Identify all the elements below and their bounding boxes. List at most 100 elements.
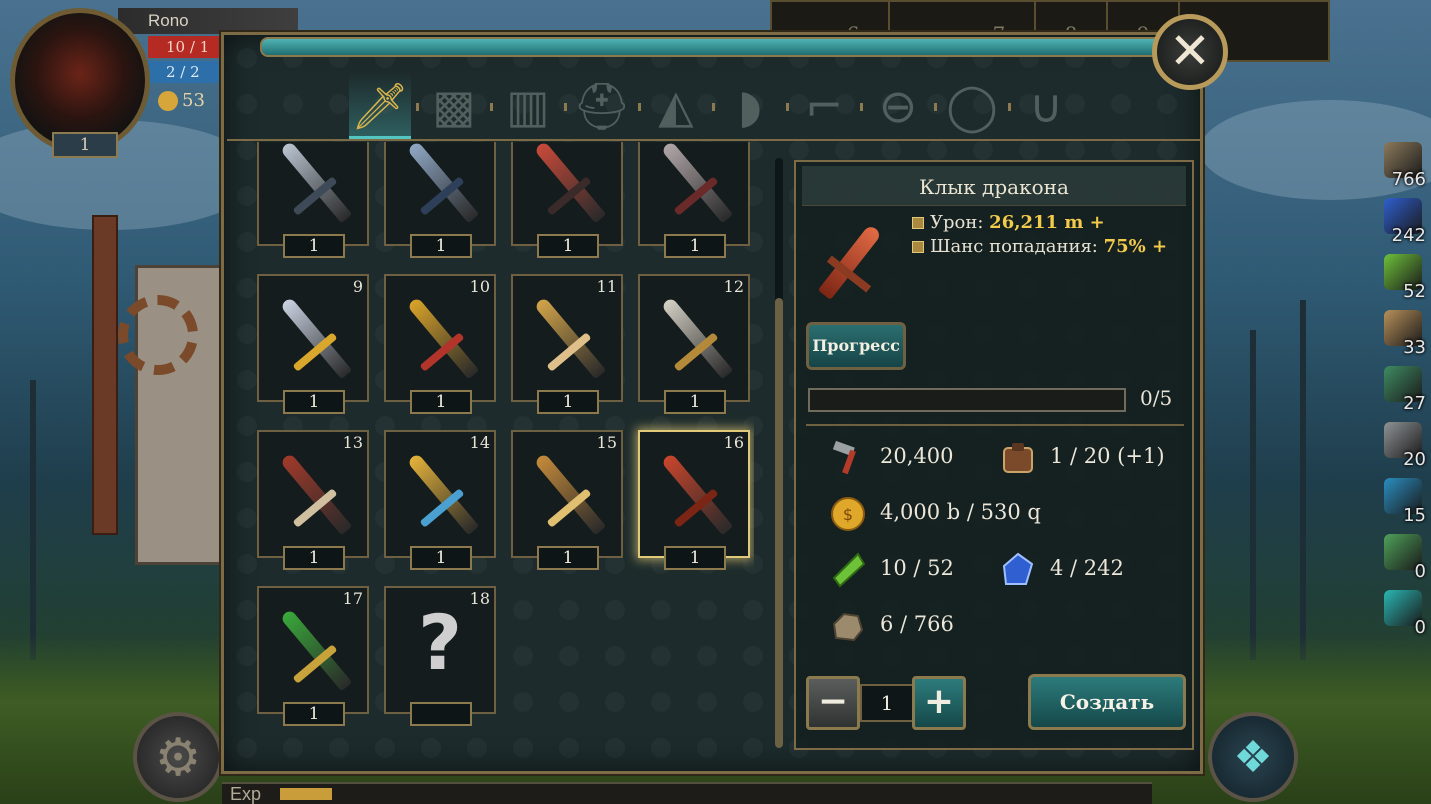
increase-quantity-button[interactable]: +	[912, 676, 966, 730]
sword-card[interactable]: 11 1	[511, 274, 623, 414]
sword-card[interactable]: 13 1	[257, 430, 369, 570]
sword-card[interactable]: 81	[638, 142, 750, 258]
damage-stat: Урон: 26,211 m +	[912, 212, 1105, 233]
bullet-icon	[912, 241, 924, 253]
tab-pants[interactable]: ▥	[497, 73, 559, 139]
material-count: 15	[1403, 505, 1426, 526]
tab-separator	[638, 103, 641, 111]
sword-blade-icon	[406, 452, 480, 536]
tab-separator	[490, 103, 493, 111]
item-quantity: 1	[537, 390, 599, 414]
tab-shoulder[interactable]: ◭	[645, 73, 707, 139]
sword-card[interactable]: 10 1	[384, 274, 496, 414]
item-number: 12	[723, 277, 744, 296]
exp-label: Exp	[230, 784, 262, 804]
material-slot[interactable]: 242	[1380, 196, 1430, 248]
item-quantity: 1	[664, 234, 726, 258]
mana-bar: 2 / 2	[148, 61, 228, 83]
dragon-fang-sword-icon	[812, 220, 892, 306]
progress-button[interactable]: Прогресс	[806, 322, 906, 370]
damage-value: 26,211 m +	[989, 212, 1105, 233]
health-bar: 10 / 1	[148, 36, 228, 58]
tab-separator	[416, 103, 419, 111]
tab-boots[interactable]: ⌐	[793, 73, 855, 139]
item-quantity: 1	[410, 390, 472, 414]
crafting-panel: 🗡▩▥⛑◭◗⌐⊖◯∪ 51617181911011111211311411511…	[221, 32, 1203, 774]
sword-card[interactable]: 17 1	[257, 586, 369, 726]
sword-card[interactable]: 15 1	[511, 430, 623, 570]
material-slot[interactable]: 33	[1380, 308, 1430, 360]
sword-blade-icon	[660, 296, 734, 380]
sword-blade-icon	[279, 452, 353, 536]
material-count: 52	[1403, 281, 1426, 302]
grid-scrollbar[interactable]	[775, 158, 783, 748]
tab-separator	[860, 103, 863, 111]
sword-card[interactable]: 51	[257, 142, 369, 258]
material-slot[interactable]: 20	[1380, 420, 1430, 472]
tab-sword[interactable]: 🗡	[349, 73, 411, 139]
item-number: 9	[352, 277, 363, 296]
hammer-value: 20,400	[880, 444, 954, 468]
sword-blade-icon	[533, 452, 607, 536]
gold-display: 53	[158, 90, 205, 111]
close-button[interactable]: ✕	[1152, 14, 1228, 90]
green-crystal-value: 10 / 52	[880, 556, 954, 580]
hit-label: Шанс попадания:	[930, 236, 1098, 257]
item-quantity: 1	[537, 546, 599, 570]
tab-armor[interactable]: ▩	[423, 73, 485, 139]
settings-gear-icon[interactable]: ⚙	[133, 712, 223, 802]
material-slot[interactable]: 0	[1380, 588, 1430, 640]
tab-belt[interactable]: ⊖	[867, 73, 929, 139]
scroll-thumb[interactable]	[775, 298, 783, 748]
sword-card[interactable]: 12 1	[638, 274, 750, 414]
material-slot[interactable]: 52	[1380, 252, 1430, 304]
sword-card[interactable]: 91	[257, 274, 369, 414]
item-number: 17	[342, 589, 363, 608]
question-mark-icon: ?	[417, 598, 463, 687]
material-count: 0	[1414, 617, 1426, 638]
item-quantity: 1	[410, 546, 472, 570]
svg-text:$: $	[843, 505, 853, 524]
bag-value: 1 / 20 (+1)	[1050, 444, 1165, 468]
item-number: 14	[469, 433, 490, 452]
sword-card[interactable]: 14 1	[384, 430, 496, 570]
progress-count: 0/5	[1140, 386, 1173, 410]
item-number: 16	[723, 433, 744, 452]
panel-header	[260, 37, 1165, 57]
sword-blade-icon	[279, 608, 353, 692]
sword-card[interactable]: 61	[384, 142, 496, 258]
quantity-value[interactable]: 1	[860, 684, 914, 722]
tab-gauntlet[interactable]: ◗	[719, 73, 781, 139]
create-button[interactable]: Создать	[1028, 674, 1186, 730]
tab-ring[interactable]: ∪	[1015, 73, 1077, 139]
tab-helmet[interactable]: ⛑	[571, 73, 633, 139]
gold-amount: 53	[182, 90, 205, 111]
material-slot[interactable]: 27	[1380, 364, 1430, 416]
green-crystal-icon	[830, 552, 866, 588]
locked-item-card[interactable]: ? 18	[384, 586, 496, 726]
material-count: 0	[1414, 561, 1426, 582]
crystal-menu-icon[interactable]: ❖	[1208, 712, 1298, 802]
damage-label: Урон:	[930, 212, 984, 233]
wooden-post	[92, 215, 118, 535]
decrease-quantity-button[interactable]: −	[806, 676, 860, 730]
tab-necklace[interactable]: ◯	[941, 73, 1003, 139]
sword-blade-icon	[533, 296, 607, 380]
sword-card[interactable]: 71	[511, 142, 623, 258]
sword-card[interactable]: 16 1	[638, 430, 750, 570]
divider	[806, 424, 1184, 426]
item-quantity: 1	[283, 546, 345, 570]
item-quantity: 1	[283, 702, 345, 726]
material-slot[interactable]: 15	[1380, 476, 1430, 528]
blue-crystal-value: 4 / 242	[1050, 556, 1124, 580]
bag-icon	[1000, 440, 1036, 476]
player-level: 1	[52, 132, 118, 158]
material-slot[interactable]: 766	[1380, 140, 1430, 192]
coin-icon: $	[830, 496, 866, 532]
coin-value: 4,000 b / 530 q	[880, 500, 1041, 524]
material-count: 20	[1403, 449, 1426, 470]
progress-bar	[808, 388, 1126, 412]
tree	[1300, 300, 1306, 660]
tab-separator	[1008, 103, 1011, 111]
material-slot[interactable]: 0	[1380, 532, 1430, 584]
